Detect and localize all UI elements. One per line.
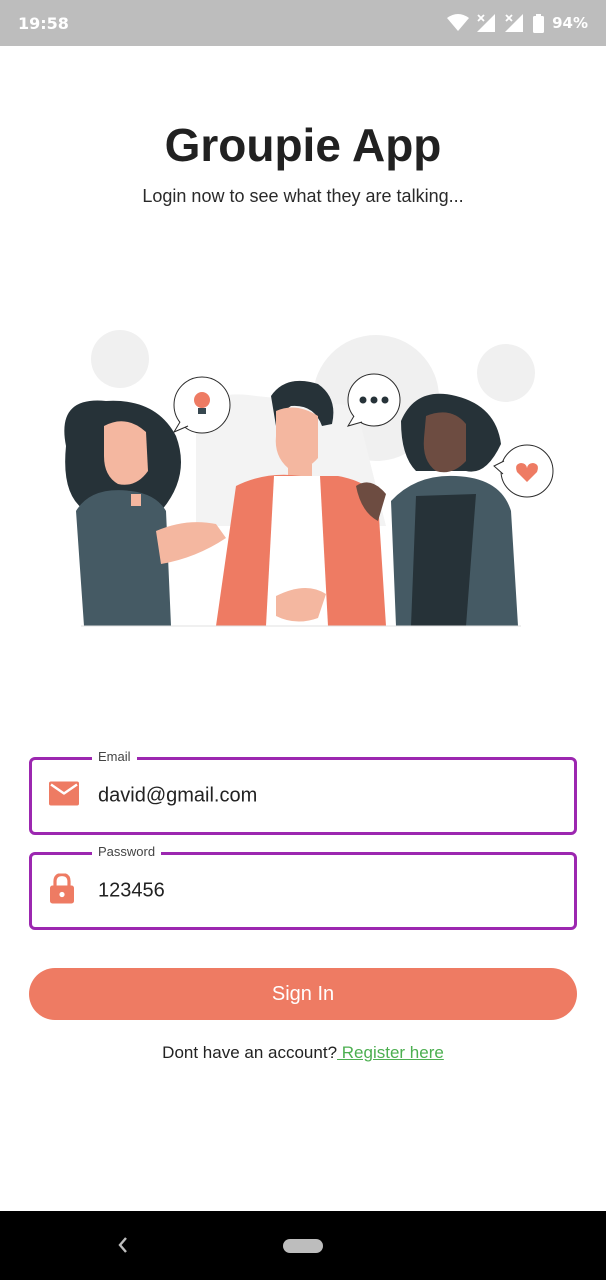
status-time: 19:58 [18,13,69,33]
lock-icon [49,872,75,909]
status-bar: 19:58 94% [0,0,606,46]
email-field[interactable]: Email [29,749,577,835]
battery-icon [533,13,545,33]
password-input[interactable] [98,879,538,903]
home-pill[interactable] [283,1239,323,1253]
password-field[interactable]: Password [29,844,577,930]
register-prompt-text: Dont have an account? [162,1043,338,1062]
email-input[interactable] [98,784,538,808]
mail-icon [49,781,79,811]
signal-icon [477,14,497,32]
sign-in-button[interactable]: Sign In [29,968,577,1020]
wifi-icon [447,14,470,32]
status-icons: 94% [447,13,588,33]
email-field-label: Email [92,749,137,764]
register-link[interactable]: Register here [337,1043,444,1062]
page-subtitle: Login now to see what they are talking..… [142,186,464,206]
people-talking-illustration [56,326,556,631]
back-icon[interactable] [116,1235,130,1260]
register-prompt-line: Dont have an account? Register here [0,1043,606,1063]
page-title: Groupie App [164,119,442,171]
signal-icon [505,14,525,32]
password-field-label: Password [92,844,162,859]
battery-percent: 94% [552,14,588,32]
system-navigation-bar [0,1211,606,1280]
